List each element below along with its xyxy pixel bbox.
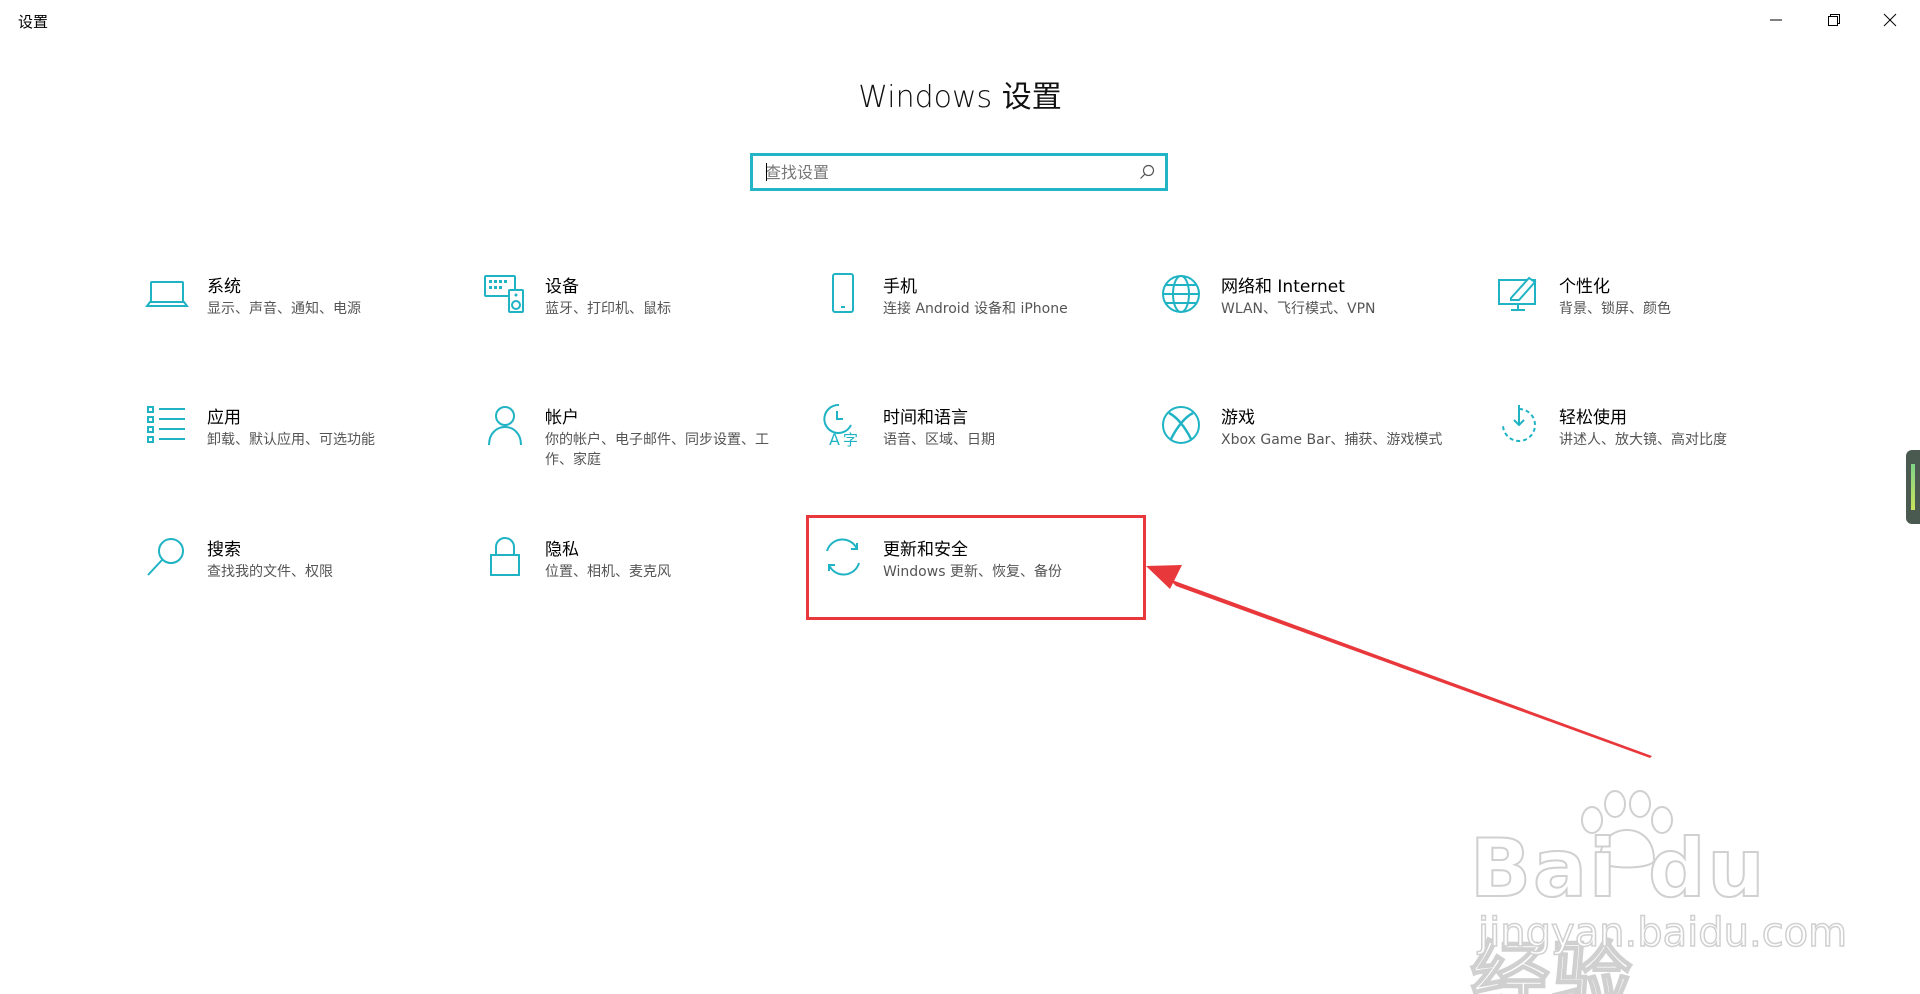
watermark-brand: Bai du 经验 xyxy=(1469,821,1767,994)
tile-search[interactable]: 搜索 查找我的文件、权限 xyxy=(145,535,445,615)
tile-description: 连接 Android 设备和 iPhone xyxy=(883,301,1068,317)
search-input[interactable] xyxy=(765,156,1125,188)
close-icon xyxy=(1883,13,1897,27)
search-icon[interactable] xyxy=(1139,164,1155,180)
tile-description: 蓝牙、打印机、鼠标 xyxy=(545,301,671,317)
tile-label: 轻松使用 xyxy=(1559,408,1627,428)
tile-description: 卸载、默认应用、可选功能 xyxy=(207,432,375,448)
tile-system[interactable]: 系统 显示、声音、通知、电源 xyxy=(145,272,445,352)
tile-label: 手机 xyxy=(883,277,917,297)
phone-icon xyxy=(821,272,865,316)
tile-description: 背景、锁屏、颜色 xyxy=(1559,301,1671,317)
tile-apps[interactable]: 应用 卸载、默认应用、可选功能 xyxy=(145,403,445,483)
settings-window: 设置 Windows 设置 系统 xyxy=(0,0,1920,994)
tile-label: 网络和 Internet xyxy=(1221,277,1345,297)
app-list-icon xyxy=(145,403,189,447)
window-title: 设置 xyxy=(18,13,49,31)
svg-text:A: A xyxy=(829,430,840,447)
title-bar: 设置 xyxy=(0,0,1920,40)
globe-icon xyxy=(1159,272,1203,316)
tile-description: 位置、相机、麦克风 xyxy=(545,564,671,580)
tile-label: 应用 xyxy=(207,408,241,428)
tile-label: 帐户 xyxy=(545,408,579,428)
tile-devices[interactable]: 设备 蓝牙、打印机、鼠标 xyxy=(483,272,783,352)
tile-label: 搜索 xyxy=(207,540,241,560)
tile-description: 语音、区域、日期 xyxy=(883,432,995,448)
tile-network[interactable]: 网络和 Internet WLAN、飞行模式、VPN xyxy=(1159,272,1459,352)
text-caret xyxy=(766,163,767,181)
tile-description: 显示、声音、通知、电源 xyxy=(207,301,361,317)
minimize-button[interactable] xyxy=(1748,0,1804,40)
tile-phone[interactable]: 手机 连接 Android 设备和 iPhone xyxy=(821,272,1121,352)
paint-pen-icon xyxy=(1497,272,1541,316)
tile-description: 讲述人、放大镜、高对比度 xyxy=(1559,432,1727,448)
minimize-icon xyxy=(1770,19,1782,21)
page-title: Windows 设置 xyxy=(858,80,1062,115)
tile-description: WLAN、飞行模式、VPN xyxy=(1221,301,1376,317)
tile-label: 系统 xyxy=(207,277,241,297)
tile-personalization[interactable]: 个性化 背景、锁屏、颜色 xyxy=(1497,272,1797,352)
side-scroll-handle[interactable] xyxy=(1906,450,1920,524)
tile-privacy[interactable]: 隐私 位置、相机、麦克风 xyxy=(483,535,783,615)
restore-button[interactable] xyxy=(1806,0,1862,40)
tile-description: 查找我的文件、权限 xyxy=(207,564,333,580)
close-button[interactable] xyxy=(1862,0,1918,40)
laptop-icon xyxy=(145,272,189,316)
tile-label: 个性化 xyxy=(1559,277,1610,297)
search-box[interactable] xyxy=(750,153,1168,191)
person-icon xyxy=(483,403,527,447)
restore-icon xyxy=(1828,14,1840,26)
tile-accounts[interactable]: 帐户 你的帐户、电子邮件、同步设置、工作、家庭 xyxy=(483,403,783,483)
tile-ease-of-access[interactable]: 轻松使用 讲述人、放大镜、高对比度 xyxy=(1497,403,1797,483)
keyboard-speaker-icon xyxy=(483,272,527,316)
tile-label: 游戏 xyxy=(1221,408,1255,428)
xbox-icon xyxy=(1159,403,1203,447)
ease-of-access-icon xyxy=(1497,403,1541,447)
tile-label: 隐私 xyxy=(545,540,579,560)
tile-label: 时间和语言 xyxy=(883,408,968,428)
svg-text:字: 字 xyxy=(843,431,858,447)
search-magnifier-icon xyxy=(145,535,189,579)
tile-label: 设备 xyxy=(545,277,579,297)
tile-description: Xbox Game Bar、捕获、游戏模式 xyxy=(1221,432,1443,448)
tile-time-language[interactable]: A字 时间和语言 语音、区域、日期 xyxy=(821,403,1121,483)
highlight-annotation xyxy=(806,515,1146,620)
lock-icon xyxy=(483,535,527,579)
baidu-watermark: Bai du 经验 jingyan.baidu.com xyxy=(1469,780,1848,994)
tile-gaming[interactable]: 游戏 Xbox Game Bar、捕获、游戏模式 xyxy=(1159,403,1459,483)
tile-description: 你的帐户、电子邮件、同步设置、工作、家庭 xyxy=(545,432,769,468)
handle-indicator xyxy=(1911,464,1915,510)
time-language-icon: A字 xyxy=(821,403,865,449)
watermark-url: jingyan.baidu.com xyxy=(1477,909,1848,957)
